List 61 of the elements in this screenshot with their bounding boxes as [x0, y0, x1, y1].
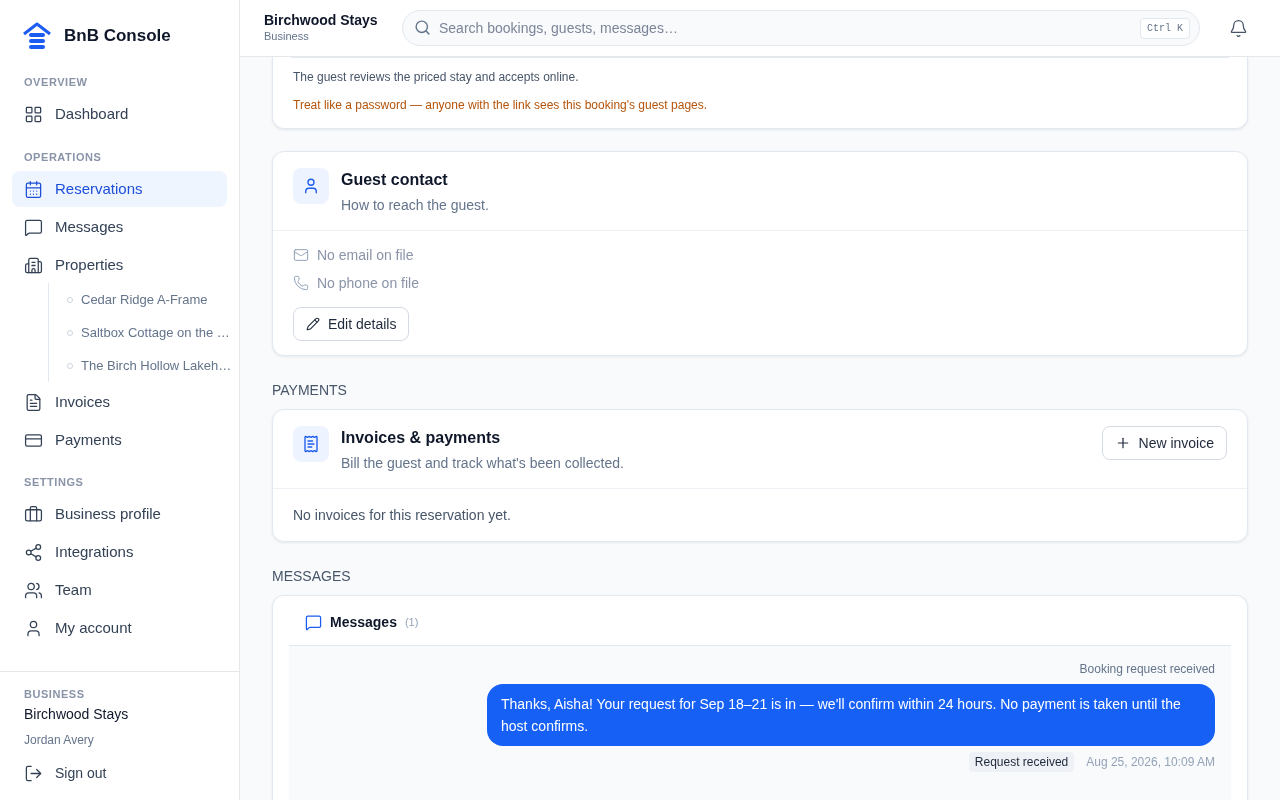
sidebar-item[interactable]: My account — [12, 610, 227, 647]
card-title: Guest contact — [341, 170, 449, 190]
section-heading: MESSAGES — [272, 567, 352, 586]
sidebar-item[interactable]: Reservations — [12, 171, 227, 207]
calendar-icon — [24, 179, 43, 199]
empty-state-text: No invoices for this reservation yet. — [293, 507, 511, 523]
building-icon — [24, 255, 43, 275]
new-invoice-button[interactable]: New invoice — [1101, 426, 1227, 460]
section-heading: OPERATIONS — [23, 149, 103, 165]
sidebar-item[interactable]: Business profile — [12, 496, 227, 533]
section-heading: PAYMENTS — [272, 381, 348, 400]
chat-bubble-icon — [305, 614, 322, 631]
message-timestamp: Aug 25, 2026, 10:09 AM — [1086, 754, 1215, 771]
card-title: Invoices & payments — [341, 428, 502, 448]
card-subtitle: Bill the guest and track what's been collected. — [341, 454, 625, 473]
sidebar-item[interactable]: Dashboard — [12, 96, 227, 133]
property-link[interactable]: Saltbox Cottage on the … — [67, 316, 227, 349]
sidebar-item[interactable]: Team — [12, 572, 227, 609]
section-heading: SETTINGS — [23, 475, 85, 490]
bell-icon — [1228, 18, 1248, 38]
workspace-title: Birchwood Stays — [264, 12, 379, 30]
section-heading: BUSINESS — [24, 686, 86, 702]
sign-out-button[interactable]: Sign out — [24, 763, 215, 784]
status-badge: Request received — [968, 752, 1075, 772]
dashboard-grid-icon — [24, 105, 43, 124]
phone-icon — [293, 275, 309, 291]
sign-out-icon — [24, 764, 43, 783]
section-heading: OVERVIEW — [23, 75, 89, 90]
shortcut-hint: Ctrl K — [1140, 18, 1190, 39]
message-bubble: Thanks, Aisha! Your request for Sep 18–21 is in — we'll confirm within 24 hours. No payment is taken until the host confirms. — [487, 684, 1215, 746]
users-icon — [24, 581, 43, 600]
sidebar-item[interactable]: Messages — [12, 209, 227, 245]
brand-name: BnB Console — [64, 25, 171, 48]
workspace-type: Business — [264, 29, 310, 44]
edit-details-button[interactable]: Edit details — [293, 307, 410, 341]
document-icon — [24, 392, 43, 412]
chat-bubble-icon — [24, 217, 43, 237]
user-icon — [302, 177, 320, 195]
message-count: (1) — [404, 615, 419, 631]
briefcase-icon — [24, 505, 43, 524]
pencil-icon — [306, 317, 320, 331]
thread-title: Messages — [330, 613, 397, 632]
security-warning: Treat like a password — anyone with the link sees this booking's guest pages. — [293, 97, 709, 114]
share-icon — [24, 543, 43, 562]
sidebar-item[interactable]: Properties — [12, 247, 227, 283]
user-name: Jordan Avery — [24, 732, 95, 749]
email-value: No email on file — [317, 245, 414, 265]
sidebar-item[interactable]: Payments — [12, 422, 227, 458]
business-name: Birchwood Stays — [24, 705, 130, 724]
mail-icon — [293, 247, 309, 263]
search-icon — [414, 19, 431, 36]
phone-value: No phone on file — [317, 273, 419, 293]
property-link[interactable]: Cedar Ridge A-Frame — [67, 283, 227, 316]
sidebar-item[interactable]: Invoices — [12, 384, 227, 420]
receipt-icon — [302, 435, 320, 453]
share-link-note: The guest reviews the priced stay and accepts online. — [293, 69, 580, 86]
card-subtitle: How to reach the guest. — [341, 196, 489, 215]
user-icon — [24, 619, 43, 638]
house-stack-logo-icon — [22, 22, 52, 50]
sidebar-item[interactable]: Integrations — [12, 534, 227, 571]
message-event-label: Booking request received — [1079, 661, 1215, 678]
